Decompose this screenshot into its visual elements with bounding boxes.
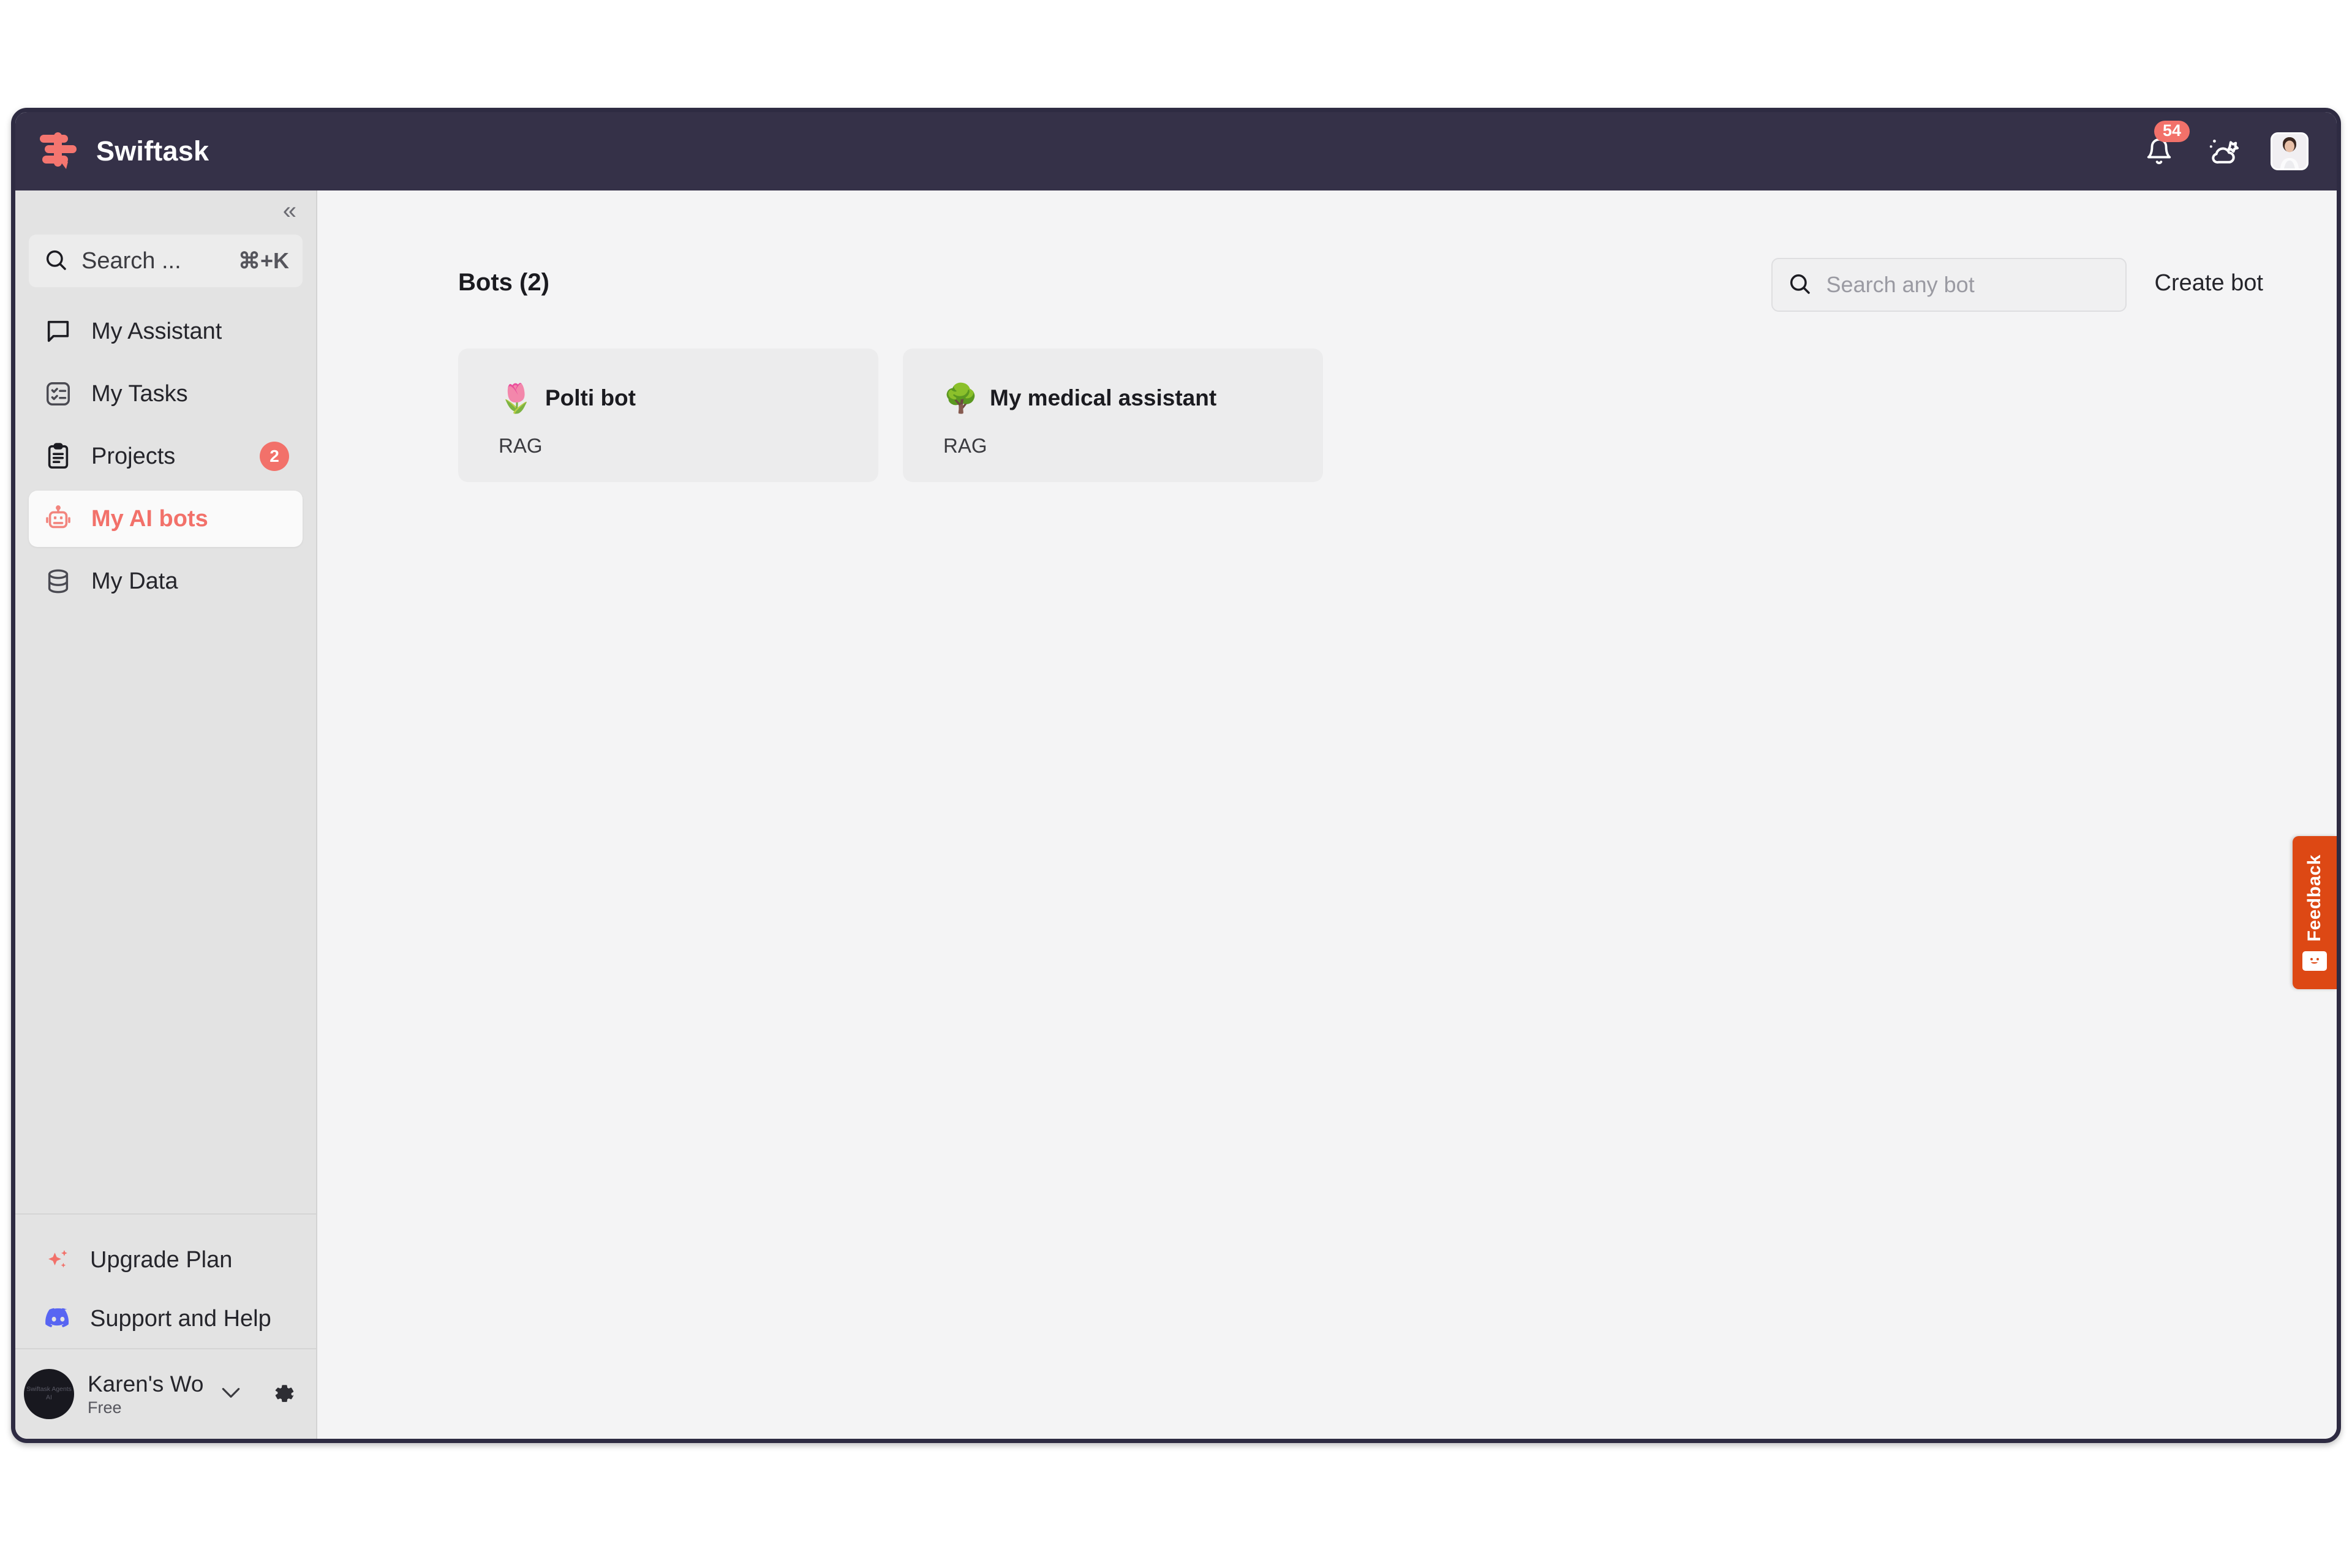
page-title: Bots (2): [458, 269, 549, 296]
app-header: Swiftask 54: [15, 112, 2337, 190]
bots-grid: 🌷 Polti bot RAG 🌳 My medical assistant R…: [317, 312, 2337, 482]
feedback-label: Feedback: [2304, 854, 2324, 942]
notifications-button[interactable]: 54: [2141, 121, 2190, 170]
tasks-list-icon: [42, 378, 74, 410]
sparkles-icon: [42, 1244, 74, 1276]
workspace-name: Karen's Wo: [88, 1371, 204, 1396]
workspace-avatar-text: Swiftask Agents AI: [26, 1385, 72, 1401]
robot-icon: [42, 503, 74, 535]
sidebar-badge-projects: 2: [260, 442, 289, 471]
sidebar-footer-links: Upgrade Plan Support and Help: [15, 1213, 316, 1348]
sidebar-item-projects[interactable]: Projects 2: [29, 428, 303, 484]
search-shortcut-hint: ⌘+K: [238, 248, 289, 273]
upgrade-plan-button[interactable]: Upgrade Plan: [29, 1231, 303, 1289]
brand-title: Swiftask: [96, 135, 209, 167]
swiftask-logo-icon: [36, 131, 80, 172]
bot-card-header: 🌷 Polti bot: [499, 384, 878, 412]
notification-badge: 54: [2154, 121, 2190, 142]
create-bot-button[interactable]: Create bot: [2155, 258, 2263, 296]
weather-button[interactable]: [2206, 133, 2242, 170]
collapse-sidebar-icon[interactable]: «: [283, 198, 296, 223]
sidebar-item-my-tasks[interactable]: My Tasks: [29, 366, 303, 422]
brand[interactable]: Swiftask: [36, 131, 209, 172]
search-icon: [43, 247, 68, 275]
global-search-input[interactable]: Search ... ⌘+K: [29, 235, 303, 287]
sidebar-footer-label: Upgrade Plan: [90, 1246, 233, 1273]
sidebar-item-label: My Data: [91, 568, 178, 594]
gear-icon[interactable]: [267, 1378, 299, 1410]
discord-icon: [42, 1303, 74, 1335]
sidebar-item-label: My Assistant: [91, 318, 222, 344]
global-search-placeholder: Search ...: [81, 247, 181, 274]
search-icon: [1787, 271, 1812, 299]
app-window: Swiftask 54 « Search ... ⌘+K My Assistan…: [11, 108, 2341, 1443]
sidebar-item-my-data[interactable]: My Data: [29, 553, 303, 609]
clipboard-icon: [42, 440, 74, 472]
bots-toolbar: Bots (2) Search any bot Create bot: [317, 190, 2337, 312]
chevron-down-icon[interactable]: [219, 1382, 243, 1406]
workspace-avatar: Swiftask Agents AI: [24, 1369, 74, 1419]
bot-type-tag: RAG: [943, 434, 987, 457]
bot-card-header: 🌳 My medical assistant: [943, 384, 1323, 412]
user-avatar[interactable]: [2271, 132, 2309, 170]
sidebar: « Search ... ⌘+K My Assistant My Tasks P…: [15, 190, 317, 1439]
app-body: « Search ... ⌘+K My Assistant My Tasks P…: [15, 190, 2337, 1439]
bot-card[interactable]: 🌳 My medical assistant RAG: [903, 349, 1323, 482]
smiley-face-icon: [2302, 951, 2327, 971]
database-icon: [42, 565, 74, 597]
tree-emoji: 🌳: [943, 382, 979, 414]
workspace-plan: Free: [88, 1398, 122, 1417]
feedback-tab[interactable]: Feedback: [2293, 836, 2337, 989]
sidebar-footer-label: Support and Help: [90, 1305, 271, 1332]
bot-name: My medical assistant: [990, 385, 1217, 410]
bot-name: Polti bot: [545, 385, 636, 410]
header-actions: 54: [2141, 121, 2315, 170]
bot-card[interactable]: 🌷 Polti bot RAG: [458, 349, 878, 482]
tulip-emoji: 🌷: [499, 382, 534, 414]
sidebar-collapse-row: «: [15, 190, 316, 231]
workspace-text: Karen's Wo Free: [88, 1371, 203, 1417]
bot-search-input[interactable]: Search any bot: [1771, 258, 2127, 312]
bot-type-tag: RAG: [499, 434, 543, 457]
sidebar-item-label: My Tasks: [91, 380, 188, 407]
sidebar-item-my-assistant[interactable]: My Assistant: [29, 303, 303, 360]
chat-bubble-icon: [42, 315, 74, 347]
support-and-help-button[interactable]: Support and Help: [29, 1289, 303, 1348]
workspace-switcher[interactable]: Swiftask Agents AI Karen's Wo Free: [15, 1348, 316, 1439]
sidebar-item-label: Projects: [91, 443, 176, 469]
bot-search-placeholder: Search any bot: [1826, 272, 1975, 297]
sidebar-item-my-ai-bots[interactable]: My AI bots: [29, 491, 303, 547]
main-content: Bots (2) Search any bot Create bot 🌷 Pol…: [317, 190, 2337, 1439]
sidebar-nav: My Assistant My Tasks Projects 2 My AI b…: [15, 303, 316, 616]
sidebar-item-label: My AI bots: [91, 505, 208, 532]
